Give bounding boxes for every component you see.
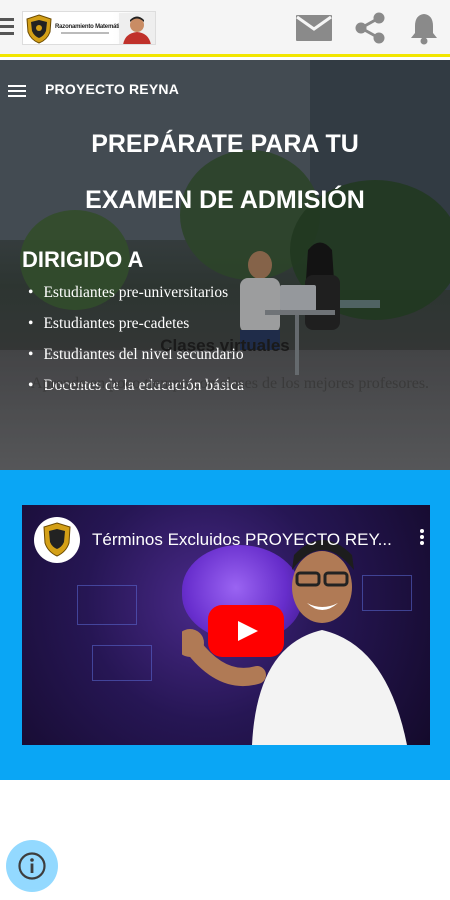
play-button-icon[interactable] [208, 605, 284, 657]
menu-icon-bar [0, 18, 14, 21]
thumbnail-hud-panel [92, 645, 152, 681]
menu-icon-bar [0, 25, 14, 28]
menu-icon-bar [0, 32, 14, 35]
menu-icon-bar [8, 90, 26, 92]
section-description: Aprende en poco tiempo con clases de los… [30, 375, 430, 392]
side-menu-button[interactable] [0, 14, 16, 40]
dot [420, 529, 424, 533]
youtube-video-embed[interactable]: Términos Excluidos PROYECTO REY... [22, 505, 430, 745]
channel-avatar[interactable] [34, 517, 80, 563]
logo-underline [61, 32, 109, 34]
audience-title: DIRIGIDO A [22, 247, 144, 272]
video-more-options-icon[interactable] [420, 527, 428, 551]
dot [420, 541, 424, 545]
bell-icon[interactable] [404, 10, 444, 46]
section-title: Clases virtuales [160, 336, 290, 355]
brand-name[interactable]: PROYECTO REYNA [45, 81, 179, 97]
thumbnail-hud-panel [77, 585, 137, 625]
video-title[interactable]: Términos Excluidos PROYECTO REY... [92, 530, 392, 550]
info-button[interactable] [6, 840, 58, 892]
hero-navbar: PROYECTO REYNA [0, 76, 450, 104]
founder-photo [119, 13, 155, 44]
hero-headline-line2: EXAMEN DE ADMISIÓN [85, 186, 365, 214]
menu-icon-bar [8, 85, 26, 87]
hero-banner: PROYECTO REYNA PREPÁRATE PARA TU EXAMEN … [0, 60, 450, 470]
mail-icon[interactable] [294, 10, 334, 46]
info-icon [18, 852, 46, 880]
hero-menu-button[interactable] [8, 82, 28, 98]
hero-headline-line1: PREPÁRATE PARA TU [91, 130, 359, 158]
shield-logo-icon [26, 14, 52, 44]
audience-item: Estudiantes pre-universitarios [28, 282, 244, 313]
top-app-bar: Razonamiento Matemático [0, 0, 450, 57]
menu-icon-bar [8, 95, 26, 97]
video-section: Términos Excluidos PROYECTO REY... [0, 470, 450, 780]
site-logo[interactable]: Razonamiento Matemático [22, 11, 156, 45]
share-icon[interactable] [350, 10, 390, 46]
logo-tagline: Razonamiento Matemático [55, 24, 127, 30]
dot [420, 535, 424, 539]
